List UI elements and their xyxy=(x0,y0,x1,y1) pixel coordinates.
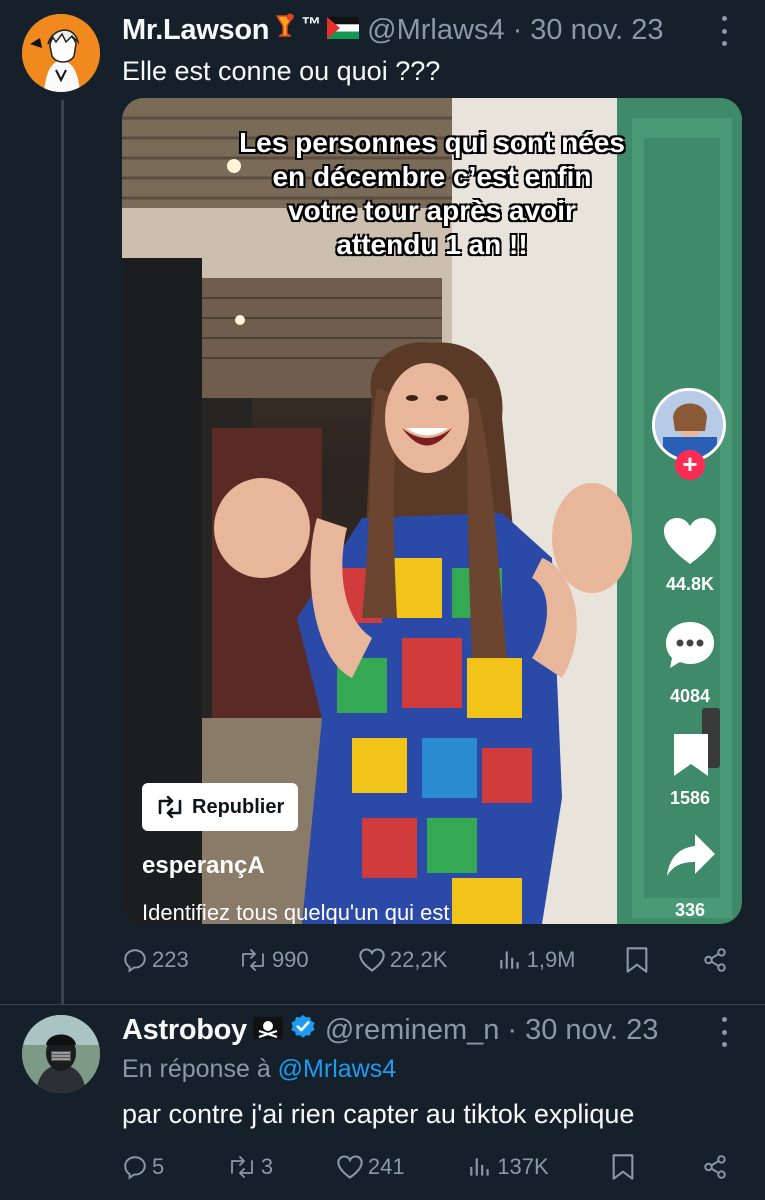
like-count: 241 xyxy=(367,1154,405,1179)
tweet-text: par contre j'ai rien capter au tiktok ex… xyxy=(122,1099,635,1129)
bookmark-button[interactable] xyxy=(611,1153,639,1181)
handle[interactable]: @reminem_n xyxy=(325,1014,500,1047)
reply-count: 5 xyxy=(152,1154,165,1179)
caption-line: Les personnes qui sont nées xyxy=(239,127,625,158)
tweet-actions: 223 990 22,2K 1,9M xyxy=(122,940,732,980)
trademark-badge: ™ xyxy=(301,13,322,36)
handle[interactable]: @Mrlaws4 xyxy=(367,14,504,47)
tweet-header: Mr.Lawson ™ @Mrlaws4 · 30 nov. 23 xyxy=(122,10,664,50)
separator: · xyxy=(512,13,523,46)
verified-badge-icon xyxy=(289,1012,317,1048)
views-count: 137K xyxy=(497,1154,549,1179)
republish-button[interactable]: Republier xyxy=(142,783,299,831)
masked-person-avatar-icon xyxy=(22,1015,100,1093)
save-count: 1586 xyxy=(669,788,711,808)
timestamp[interactable]: 30 nov. 23 xyxy=(530,14,663,47)
pirate-flag-icon xyxy=(252,1014,283,1047)
anime-avatar-icon xyxy=(22,14,100,92)
heart-icon xyxy=(359,948,385,972)
share-button[interactable] xyxy=(702,947,732,973)
comment-bubble-icon[interactable] xyxy=(664,620,716,675)
display-name[interactable]: Astroboy xyxy=(122,1014,247,1047)
like-count: 22,2K xyxy=(389,947,448,972)
heart-icon xyxy=(337,1155,363,1179)
in-reply-to: En réponse à @Mrlaws4 xyxy=(122,1055,396,1084)
video-caption: Les personnes qui sont nées en décembre … xyxy=(122,126,742,262)
views-chart-icon xyxy=(499,951,519,969)
retweet-icon xyxy=(231,1156,253,1178)
like-button[interactable]: 241 xyxy=(336,1154,405,1180)
avatar[interactable] xyxy=(22,14,100,92)
bookmark-icon[interactable] xyxy=(672,732,710,783)
retweet-count: 3 xyxy=(260,1154,274,1179)
share-button[interactable] xyxy=(702,1154,732,1180)
tweet-header: Astroboy @reminem_n · 30 nov. 23 xyxy=(122,1010,658,1050)
views-chart-icon xyxy=(470,1158,489,1176)
retweet-button[interactable]: 990 xyxy=(238,947,309,973)
like-count: 44.8K xyxy=(665,574,715,594)
reply-mention-link[interactable]: @Mrlaws4 xyxy=(278,1055,396,1083)
tiktok-description: Identifiez tous quelqu'un qui est xyxy=(142,900,450,924)
views-button[interactable]: 1,9M xyxy=(497,947,576,973)
like-button[interactable]: 22,2K xyxy=(358,947,448,973)
retweet-icon xyxy=(242,949,264,971)
thread-line xyxy=(61,100,64,1005)
timestamp[interactable]: 30 nov. 23 xyxy=(525,1014,658,1047)
reply-prefix: En réponse à xyxy=(122,1055,271,1083)
palestine-flag-icon xyxy=(327,14,360,47)
tweet-2[interactable]: Astroboy @reminem_n · 30 nov. 23 En répo… xyxy=(0,1005,765,1200)
retweet-count: 990 xyxy=(271,947,309,972)
bookmark-outline-icon xyxy=(626,947,648,973)
comment-count: 4084 xyxy=(669,686,711,706)
avatar[interactable] xyxy=(22,1015,100,1093)
views-button[interactable]: 137K xyxy=(467,1154,549,1180)
republish-label: Republier xyxy=(192,795,285,818)
tiktok-username[interactable]: esperançA xyxy=(142,852,265,880)
reply-button[interactable]: 223 xyxy=(122,947,189,973)
tweet-1[interactable]: Mr.Lawson ™ @Mrlaws4 · 30 nov. 23 Elle e… xyxy=(0,0,765,1005)
share-arrow-icon[interactable] xyxy=(665,832,717,883)
caption-line: votre tour après avoir xyxy=(288,195,576,226)
share-icon xyxy=(704,1155,726,1179)
reply-count: 223 xyxy=(152,947,189,972)
more-options-icon[interactable] xyxy=(719,16,729,46)
share-count: 336 xyxy=(674,900,706,920)
separator: · xyxy=(507,1013,518,1046)
bookmark-button[interactable] xyxy=(625,946,653,974)
like-heart-icon[interactable] xyxy=(664,518,716,571)
caption-line: en décembre c’est enfin xyxy=(272,161,592,192)
repost-icon xyxy=(158,796,182,818)
display-name[interactable]: Mr.Lawson xyxy=(122,14,269,47)
video-media[interactable]: Les personnes qui sont nées en décembre … xyxy=(122,98,742,924)
reply-icon xyxy=(124,949,146,973)
bookmark-outline-icon xyxy=(612,1154,634,1180)
tweet-actions: 5 3 241 137K xyxy=(122,1147,732,1187)
caption-line: attendu 1 an !! xyxy=(336,229,528,260)
share-icon xyxy=(704,948,726,972)
more-options-icon[interactable] xyxy=(719,1017,729,1047)
views-count: 1,9M xyxy=(526,947,576,972)
tweet-text: Elle est conne ou quoi ??? xyxy=(122,56,441,86)
retweet-button[interactable]: 3 xyxy=(227,1154,273,1180)
follow-plus-icon[interactable]: + xyxy=(675,450,705,480)
reply-icon xyxy=(124,1156,146,1180)
cocktail-icon xyxy=(275,12,295,48)
reply-button[interactable]: 5 xyxy=(122,1154,164,1180)
